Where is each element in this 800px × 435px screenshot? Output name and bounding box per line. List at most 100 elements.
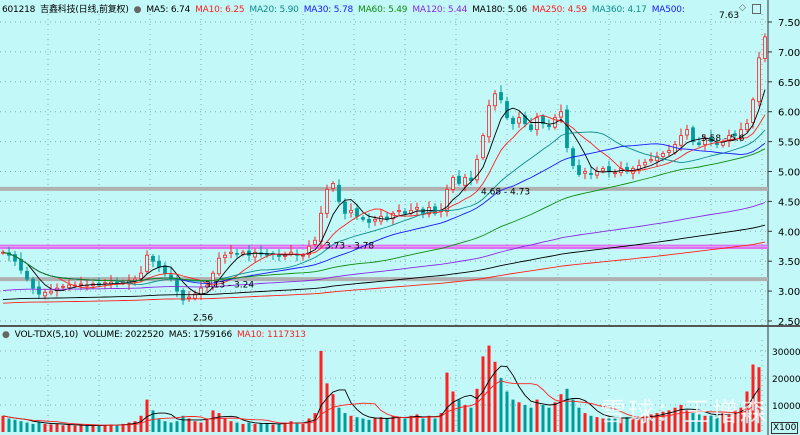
volume-bar [265,423,269,432]
vol-ma10: MA10: 1117313 [236,330,306,340]
diamond-icon[interactable]: ◇ [739,3,746,13]
candle [763,36,767,59]
candle [151,256,155,262]
vol-ma5: MA5: 1759166 [168,330,232,340]
volume-bar [403,418,407,432]
candle [397,209,401,212]
candle [679,135,683,146]
candle [667,150,671,153]
volume-header: ● VOL-TDX(5,10) VOLUME: 2022520 MA5: 175916… [2,330,311,340]
volume-bar [49,424,53,432]
volume-bar [397,417,401,432]
candle [61,285,65,288]
volume-bar [181,415,185,432]
volume-bar [331,394,335,432]
volume-bar [37,422,41,432]
volume-bar [217,413,221,432]
volume-bar [595,417,599,432]
volume-bar [577,407,581,432]
candle [79,283,83,286]
volume-bar [211,410,215,432]
y-tick-label: 7.00 [778,48,800,59]
price-annotation: 3.13 - 3.24 [205,280,254,290]
volume-bar [13,419,17,432]
candle [313,239,317,245]
volume-bar [463,405,467,432]
candle [757,57,761,102]
volume-bar [277,423,281,432]
volume-bar [541,405,545,432]
volume-bar [583,413,587,432]
price-annotation: 4.68 - 4.73 [481,188,530,198]
volume-bar [427,415,431,432]
volume-bar [205,418,209,432]
volume-bar [79,425,83,432]
volume-bar [187,418,191,432]
volume-bar [241,423,245,432]
volume-bar [319,351,323,432]
volume-bar [367,419,371,432]
candle [367,218,371,223]
volume-bar [481,356,485,432]
volume-bar [523,405,527,432]
candle [589,172,593,175]
candle [235,253,239,255]
candle [337,184,341,202]
settings-icon[interactable]: ● [2,330,10,340]
volume-bar [301,423,305,432]
volume-bar [55,423,59,432]
layout-toggle-icon[interactable] [752,4,761,14]
candle [319,212,323,242]
volume-bar [337,407,341,432]
candle [361,217,365,220]
y-tick-label: 6.00 [778,108,800,119]
candle [415,206,419,210]
candle [565,109,569,148]
stock-name: 吉鑫科技(日线,前复权) [40,5,129,15]
ma-label: MA20: 5.90 [249,5,299,15]
volume-bar [235,422,239,432]
ma5-line [2,89,766,295]
volume-bar [307,418,311,432]
vol-tick-label: 10000 [772,402,800,412]
candle [217,257,221,275]
ma-label: MA5: 6.74 [146,5,191,15]
candle [19,259,23,271]
volume-bar [169,422,173,432]
volume-bar [259,423,263,432]
volume-bar [97,425,101,432]
candle [751,99,755,123]
candle [331,183,335,189]
candle [499,92,503,101]
y-tick-label: 5.00 [778,168,800,179]
candle [199,287,203,295]
candle [481,135,485,159]
ma250-line [2,241,766,304]
y-tick-label: 4.00 [778,227,800,238]
candle [487,105,491,138]
candle [691,127,695,143]
volume-bar [559,394,563,432]
candle [601,168,605,172]
volume-bar [433,418,437,432]
vol-tick-label: 20000 [772,375,800,385]
volume-bar [1,415,5,432]
candle [577,165,581,175]
candle [511,117,515,125]
chart-canvas: 7.50 7.00 6.50 6.00 5.50 5.00 4.50 4.00 3.50 3.00… [0,0,800,435]
candle [241,251,245,255]
ma-label: MA250: 4.59 [532,5,587,15]
candle [301,254,305,257]
candle [277,254,281,257]
candle [175,279,179,292]
ma-label: MA10: 6.25 [195,5,245,15]
volume-bar [469,407,473,432]
candle [745,123,749,131]
volume-bar [115,425,119,432]
candle [673,144,677,153]
settings-icon[interactable]: ● [134,5,142,15]
watermark: 雪球：王增森 [600,398,769,428]
candle [223,254,227,259]
vol-value: VOLUME: 2022520 [83,330,164,340]
vol-tick-label: 30000 [772,348,800,358]
